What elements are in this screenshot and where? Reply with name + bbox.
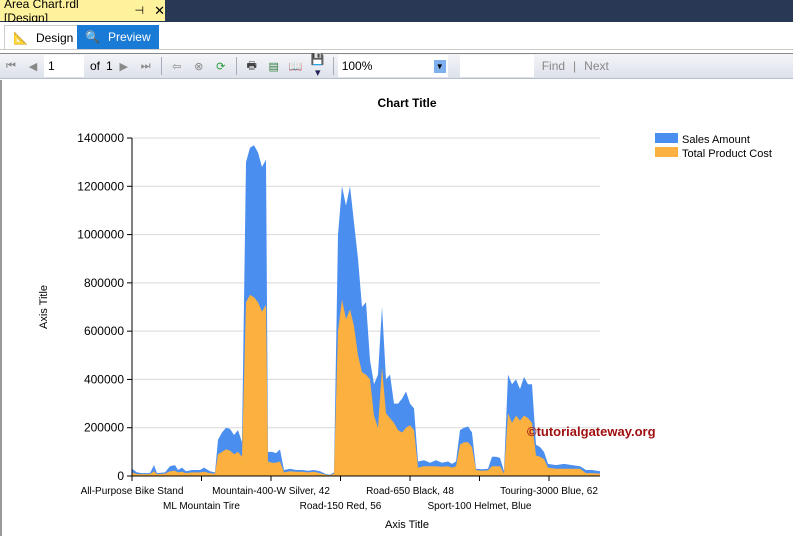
pin-icon[interactable]: ⊣: [135, 4, 145, 17]
next-button[interactable]: Next: [584, 59, 609, 73]
legend-swatch-sales: [655, 133, 678, 143]
chevron-down-icon[interactable]: ▼: [433, 59, 446, 73]
print-icon[interactable]: 🖶: [244, 57, 260, 76]
total-pages: 1: [106, 59, 113, 73]
report-viewer: Chart Title 0 200000 400000 600000 800000 100…: [0, 80, 793, 536]
preview-icon: 🔍: [85, 30, 100, 44]
ruler-icon: 📐: [13, 30, 28, 45]
tab-preview[interactable]: 🔍 Preview: [77, 25, 159, 49]
back-icon[interactable]: ⇦: [169, 60, 185, 73]
y-tick-label: 200000: [84, 421, 124, 435]
find-input[interactable]: [459, 55, 534, 77]
zoom-select[interactable]: 100% ▼: [337, 55, 448, 77]
refresh-icon[interactable]: ⟳: [213, 60, 229, 73]
of-label: of: [90, 59, 101, 73]
export-icon[interactable]: 💾▾: [310, 53, 326, 79]
zoom-value: 100%: [341, 59, 373, 73]
legend-label-cost: Total Product Cost: [682, 148, 772, 160]
divider: [235, 57, 237, 75]
tab-design-label: Design: [35, 30, 74, 45]
view-tabs: 📐 Design 🔍 Preview: [0, 22, 793, 50]
y-tick-label: 1400000: [77, 131, 124, 145]
area-chart: Chart Title 0 200000 400000 600000 800000 100…: [38, 96, 772, 531]
page-setup-icon[interactable]: 📖: [288, 60, 304, 73]
divider: |: [573, 59, 577, 73]
x-tick-label: All-Purpose Bike Stand: [81, 486, 184, 497]
divider: [332, 57, 334, 75]
page-input[interactable]: 1: [44, 55, 84, 77]
document-tab-label: Area Chart.rdl [Design]: [4, 0, 79, 25]
watermark: ©tutorialgateway.org: [527, 424, 656, 439]
x-tick-label: Sport-100 Helmet, Blue: [428, 501, 532, 512]
y-tick-label: 1200000: [77, 179, 124, 193]
print-layout-icon[interactable]: ▤: [266, 60, 282, 73]
y-tick-label: 400000: [84, 372, 124, 386]
document-tab[interactable]: Area Chart.rdl [Design] ⊣ ✕: [0, 0, 165, 25]
x-tick-label: ML Mountain Tire: [163, 501, 240, 512]
close-icon[interactable]: ✕: [154, 3, 165, 19]
x-tick-label: Mountain-400-W Silver, 42: [212, 486, 330, 497]
x-tick-label: Road-650 Black, 48: [366, 486, 454, 497]
report-toolbar: ⏮ ◀ 1 of 1 ▶ ⏭ ⇦ ⊗ ⟳ 🖶 ▤ 📖 💾▾ 100% ▼ Find…: [0, 53, 793, 79]
last-page-icon[interactable]: ⏭: [138, 60, 154, 73]
x-tick-label: Touring-3000 Blue, 62: [500, 486, 598, 497]
legend-swatch-cost: [655, 147, 678, 157]
y-tick-label: 600000: [84, 324, 124, 338]
find-button[interactable]: Find: [542, 59, 565, 73]
chart-title: Chart Title: [377, 96, 436, 110]
divider: [160, 57, 162, 75]
tab-design[interactable]: 📐 Design: [4, 25, 83, 49]
y-tick-label: 800000: [84, 276, 124, 290]
y-tick-label: 0: [117, 469, 124, 483]
prev-page-icon[interactable]: ◀: [25, 60, 41, 73]
tab-preview-label: Preview: [107, 30, 151, 44]
next-page-icon[interactable]: ▶: [116, 60, 132, 73]
x-axis-title: Axis Title: [385, 519, 429, 531]
y-tick-label: 1000000: [77, 228, 124, 242]
legend-label-sales: Sales Amount: [682, 134, 750, 146]
first-page-icon[interactable]: ⏮: [3, 60, 19, 73]
y-axis-title: Axis Title: [38, 285, 50, 329]
stop-icon[interactable]: ⊗: [191, 60, 207, 73]
x-tick-label: Road-150 Red, 56: [300, 501, 382, 512]
